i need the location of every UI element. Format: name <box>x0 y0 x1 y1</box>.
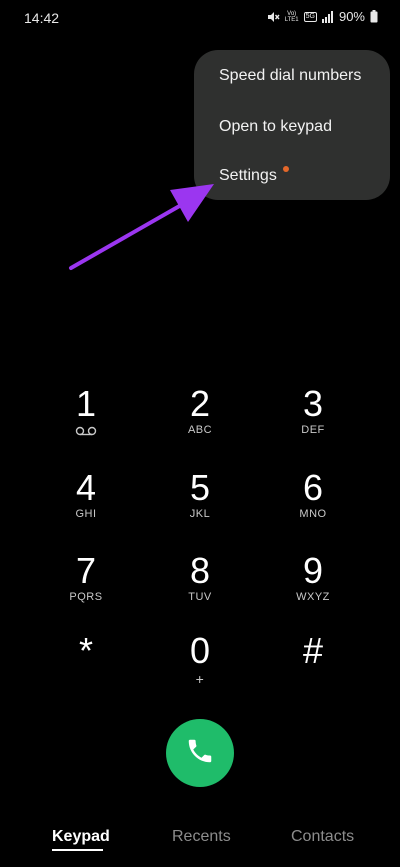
key-9[interactable]: 9 WXYZ <box>273 552 353 604</box>
key-5[interactable]: 5 JKL <box>160 469 240 521</box>
key-1[interactable]: 1 <box>46 385 126 437</box>
tab-keypad[interactable]: Keypad <box>52 828 110 846</box>
key-3[interactable]: 3 DEF <box>273 385 353 437</box>
tab-contacts[interactable]: Contacts <box>291 828 354 846</box>
key-star[interactable]: * <box>46 632 126 670</box>
phone-icon <box>185 736 215 771</box>
key-7[interactable]: 7 PQRS <box>46 552 126 604</box>
tab-active-indicator <box>52 849 103 851</box>
key-8[interactable]: 8 TUV <box>160 552 240 604</box>
voicemail-icon <box>75 423 97 440</box>
tab-recents[interactable]: Recents <box>172 828 231 846</box>
key-4[interactable]: 4 GHI <box>46 469 126 521</box>
key-hash[interactable]: # <box>273 632 353 670</box>
key-2[interactable]: 2 ABC <box>160 385 240 437</box>
call-button[interactable] <box>166 719 234 787</box>
key-6[interactable]: 6 MNO <box>273 469 353 521</box>
key-0[interactable]: 0 + <box>160 632 240 688</box>
